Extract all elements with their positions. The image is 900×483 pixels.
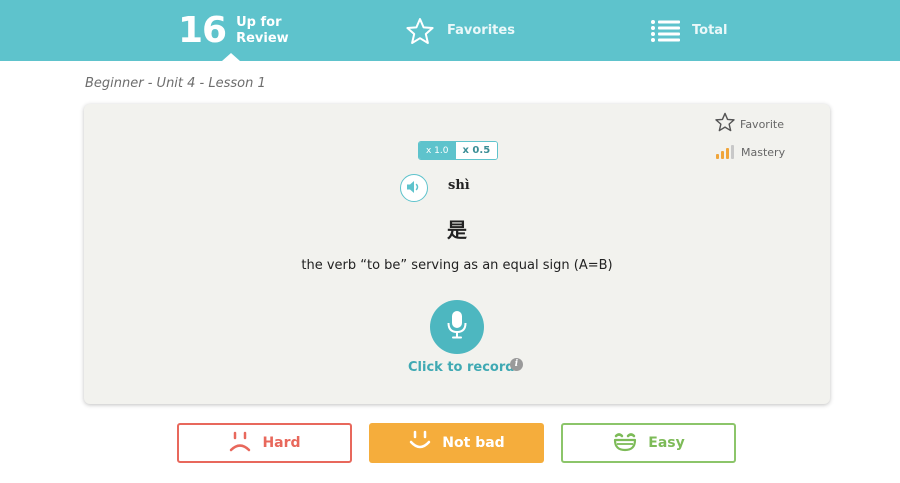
smile-icon (408, 430, 432, 456)
tab-favorites[interactable]: Favorites (405, 0, 515, 61)
info-icon[interactable]: i (510, 358, 523, 371)
flashcard: Favorite Mastery x 1.0 x 0.5 shì 是 the v… (84, 104, 830, 404)
speaker-icon (406, 179, 422, 198)
rate-easy-button[interactable]: Easy (561, 423, 736, 463)
definition-text: the verb “to be” serving as an equal sig… (301, 258, 613, 273)
tab-up-for-review[interactable]: 16 Up for Review (178, 0, 296, 61)
star-outline-icon (714, 112, 736, 136)
pinyin-text: shì (448, 178, 470, 193)
sad-face-icon (228, 430, 252, 456)
header-bar: 16 Up for Review Favorites Total (0, 0, 900, 61)
mastery-indicator: Mastery (716, 144, 786, 159)
review-label: Up for Review (236, 14, 289, 46)
breadcrumb: Beginner - Unit 4 - Lesson 1 (85, 76, 266, 91)
favorite-button[interactable]: Favorite (714, 112, 784, 136)
star-icon (405, 17, 435, 45)
grin-icon (612, 430, 638, 456)
tab-favorites-label: Favorites (447, 23, 515, 38)
mastery-label: Mastery (741, 146, 786, 159)
play-audio-button[interactable] (400, 174, 428, 202)
favorite-label: Favorite (740, 117, 784, 131)
list-icon (650, 18, 680, 44)
tab-total[interactable]: Total (650, 0, 728, 61)
microphone-icon (446, 310, 468, 344)
rate-easy-label: Easy (648, 435, 685, 451)
rate-not-bad-label: Not bad (442, 435, 505, 451)
active-tab-indicator (222, 53, 240, 61)
tab-total-label: Total (692, 23, 728, 38)
record-button[interactable] (430, 300, 484, 354)
rate-not-bad-button[interactable]: Not bad (369, 423, 544, 463)
review-count: 16 (178, 9, 227, 51)
record-label[interactable]: Click to record (408, 360, 515, 375)
chinese-character: 是 (447, 218, 467, 242)
rate-hard-button[interactable]: Hard (177, 423, 352, 463)
speed-option-1x[interactable]: x 1.0 (419, 142, 456, 159)
playback-speed-toggle: x 1.0 x 0.5 (418, 141, 499, 160)
mastery-bars-icon (716, 144, 736, 159)
speed-option-half[interactable]: x 0.5 (455, 142, 498, 159)
rate-hard-label: Hard (262, 435, 301, 451)
